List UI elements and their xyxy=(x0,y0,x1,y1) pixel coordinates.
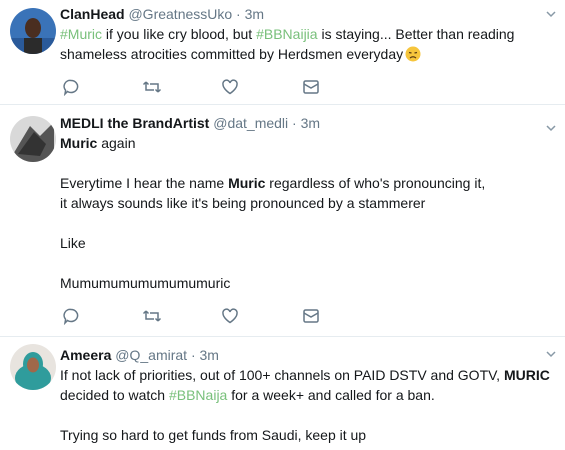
tweet-text: Trying so hard to get funds from Saudi, … xyxy=(60,427,367,443)
author-name[interactable]: ClanHead xyxy=(60,6,125,22)
author-handle[interactable]: @dat_medli xyxy=(213,115,288,131)
tweet-text-line: If not lack of priorities, out of 100+ c… xyxy=(60,365,550,385)
tweet-text: is staying... Better than reading xyxy=(317,26,515,42)
hashtag[interactable]: #BBNaija xyxy=(169,387,227,403)
timestamp[interactable]: 3m xyxy=(245,6,264,22)
message-icon[interactable] xyxy=(302,78,322,98)
retweet-icon[interactable] xyxy=(142,307,162,327)
tweet-text: Everytime I hear the name xyxy=(60,175,229,191)
avatar[interactable] xyxy=(10,116,56,162)
hashtag[interactable]: #BBNaijia xyxy=(256,26,317,42)
separator: · xyxy=(288,115,301,131)
chevron-down-icon[interactable] xyxy=(545,122,557,134)
hashtag[interactable]: #Muric xyxy=(60,26,102,42)
author-name[interactable]: Ameera xyxy=(60,347,111,363)
tweet-text-line: decided to watch #BBNaija for a week+ an… xyxy=(60,385,541,405)
like-icon[interactable] xyxy=(221,307,241,327)
retweet-icon[interactable] xyxy=(142,78,162,98)
chevron-down-icon[interactable] xyxy=(545,348,557,360)
tweet-text: shameless atrocities committed by Herdsm… xyxy=(60,46,404,62)
separator: · xyxy=(187,347,200,363)
timestamp[interactable]: 3m xyxy=(301,115,320,131)
tweet-header: ClanHead @GreatnessUko · 3m xyxy=(60,4,541,24)
tweet-text: if you like cry blood, but xyxy=(102,26,257,42)
tweet-text: Like xyxy=(60,235,86,251)
tweet-content: Ameera @Q_amirat · 3m If not lack of pri… xyxy=(60,345,550,445)
tweet-content: MEDLI the BrandArtist @dat_medli · 3m Mu… xyxy=(60,113,541,293)
chevron-down-icon[interactable] xyxy=(545,8,557,20)
avatar[interactable] xyxy=(10,8,56,54)
tweet-text: it always sounds like it's being pronoun… xyxy=(60,195,426,211)
separator: · xyxy=(232,6,245,22)
reply-icon[interactable] xyxy=(62,78,82,98)
tweet-text: for a week+ and called for a ban. xyxy=(227,387,435,403)
bold-text: Muric xyxy=(228,175,266,191)
tweet-text: If not lack of priorities, out of 100+ c… xyxy=(60,367,504,383)
message-icon[interactable] xyxy=(302,307,322,327)
tweet-text: decided to watch xyxy=(60,387,169,403)
bold-text: MURIC xyxy=(503,367,550,383)
reply-icon[interactable] xyxy=(62,307,82,327)
tweet-header: MEDLI the BrandArtist @dat_medli · 3m xyxy=(60,113,541,133)
tweet-text: again xyxy=(97,135,136,151)
tweet-text-line: Like xyxy=(60,233,541,253)
tweet-text-line: Muric again xyxy=(60,133,541,153)
tweet-text-line: it always sounds like it's being pronoun… xyxy=(60,193,541,213)
tweet-text-line: shameless atrocities committed by Herdsm… xyxy=(60,44,541,64)
tweet-content: ClanHead @GreatnessUko · 3m #Muric if yo… xyxy=(60,4,541,64)
tweet-text: Mumumumumumumumuric xyxy=(60,275,231,291)
tweet-text-line: Everytime I hear the name Muric regardle… xyxy=(60,173,541,193)
avatar[interactable] xyxy=(10,344,56,390)
bold-text: Muric xyxy=(60,135,98,151)
tweet-text: regardless of who's pronouncing it, xyxy=(265,175,486,191)
tweet-header: Ameera @Q_amirat · 3m xyxy=(60,345,541,365)
tweet-text-line: Trying so hard to get funds from Saudi, … xyxy=(60,425,541,445)
tweet-text-line: Mumumumumumumumuric xyxy=(60,273,541,293)
author-handle[interactable]: @Q_amirat xyxy=(115,347,187,363)
author-name[interactable]: MEDLI the BrandArtist xyxy=(60,115,209,131)
tweet-text-line: #Muric if you like cry blood, but #BBNai… xyxy=(60,24,541,44)
timestamp[interactable]: 3m xyxy=(200,347,219,363)
like-icon[interactable] xyxy=(221,78,241,98)
disappointed-face-icon xyxy=(405,46,421,62)
author-handle[interactable]: @GreatnessUko xyxy=(128,6,232,22)
